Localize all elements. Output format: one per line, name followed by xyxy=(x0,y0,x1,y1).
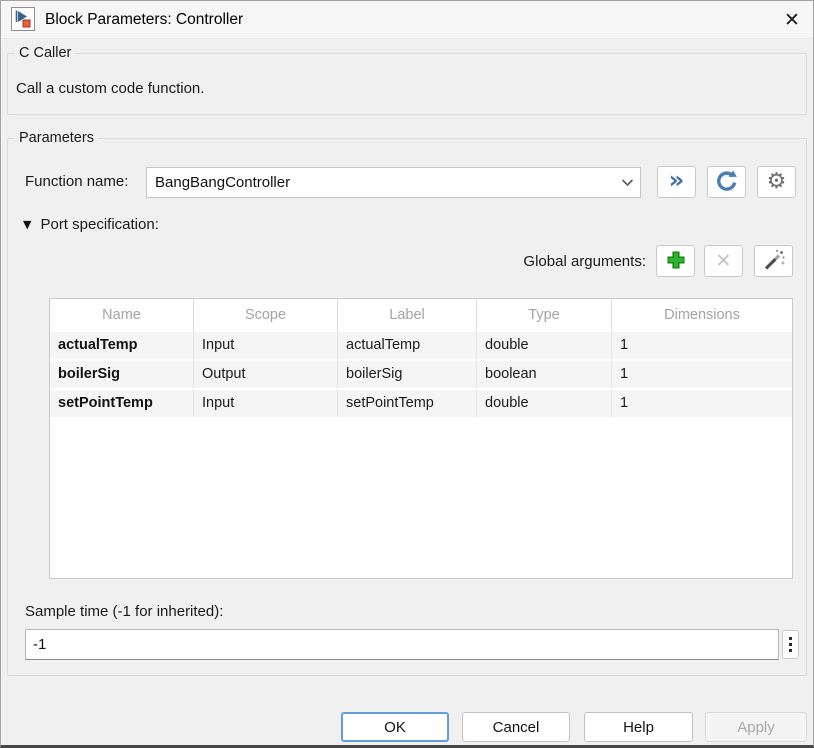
delete-global-argument-button: ✕ xyxy=(704,245,743,277)
help-button[interactable]: Help xyxy=(584,712,693,742)
gear-icon: ⚙ xyxy=(767,171,787,193)
cell-type[interactable]: double xyxy=(477,390,612,417)
cell-dimensions[interactable]: 1 xyxy=(612,332,792,359)
table-row[interactable]: boilerSig Output boilerSig boolean 1 xyxy=(50,361,792,390)
parameters-group-title: Parameters xyxy=(15,130,98,147)
settings-button[interactable]: ⚙ xyxy=(757,166,796,198)
ok-button[interactable]: OK xyxy=(341,712,449,742)
column-header-label: Label xyxy=(338,299,477,332)
plus-icon xyxy=(664,248,688,275)
table-header-row: Name Scope Label Type Dimensions xyxy=(50,299,792,332)
cell-scope[interactable]: Input xyxy=(194,332,338,359)
cell-label[interactable]: actualTemp xyxy=(338,332,477,359)
sample-time-input[interactable] xyxy=(25,629,779,660)
port-specification-table[interactable]: Name Scope Label Type Dimensions actualT… xyxy=(49,298,793,579)
column-header-scope: Scope xyxy=(194,299,338,332)
cell-scope[interactable]: Output xyxy=(194,361,338,388)
close-icon[interactable]: ✕ xyxy=(777,5,807,34)
global-arguments-label: Global arguments: xyxy=(401,253,646,270)
delete-x-icon: ✕ xyxy=(716,252,732,271)
function-name-input[interactable] xyxy=(147,173,614,192)
apply-button: Apply xyxy=(705,712,807,742)
cell-type[interactable]: double xyxy=(477,332,612,359)
magic-wand-icon xyxy=(762,248,786,275)
port-specification-label: Port specification: xyxy=(40,216,158,233)
cell-dimensions[interactable]: 1 xyxy=(612,390,792,417)
dialog-title: Block Parameters: Controller xyxy=(45,1,243,38)
kebab-icon xyxy=(789,637,792,640)
cell-name[interactable]: actualTemp xyxy=(50,332,194,359)
function-name-label: Function name: xyxy=(25,173,128,190)
column-header-dimensions: Dimensions xyxy=(612,299,792,332)
cell-name[interactable]: boilerSig xyxy=(50,361,194,388)
table-row[interactable]: setPointTemp Input setPointTemp double 1 xyxy=(50,390,792,419)
triangle-down-icon[interactable]: ▼ xyxy=(23,218,31,231)
table-row[interactable]: actualTemp Input actualTemp double 1 xyxy=(50,332,792,361)
column-header-type: Type xyxy=(477,299,612,332)
refresh-button[interactable] xyxy=(707,166,746,198)
port-specification-toggle[interactable]: ▼ Port specification: xyxy=(23,216,159,233)
sample-time-menu-button[interactable] xyxy=(782,630,799,659)
title-bar[interactable]: Block Parameters: Controller ✕ xyxy=(1,1,813,39)
block-description: Call a custom code function. xyxy=(16,80,204,97)
block-type-title: C Caller xyxy=(15,45,75,62)
function-name-combobox[interactable] xyxy=(146,167,641,198)
double-chevron-icon: » xyxy=(669,168,685,192)
add-global-argument-button[interactable] xyxy=(656,245,695,277)
cell-dimensions[interactable]: 1 xyxy=(612,361,792,388)
column-header-name: Name xyxy=(50,299,194,332)
cell-name[interactable]: setPointTemp xyxy=(50,390,194,417)
cell-scope[interactable]: Input xyxy=(194,390,338,417)
chevron-down-icon[interactable] xyxy=(614,178,640,187)
open-function-browser-button[interactable]: » xyxy=(657,166,696,198)
cell-type[interactable]: boolean xyxy=(477,361,612,388)
cancel-button[interactable]: Cancel xyxy=(462,712,570,742)
refresh-icon xyxy=(715,169,738,195)
cell-label[interactable]: boilerSig xyxy=(338,361,477,388)
block-parameters-dialog: Block Parameters: Controller ✕ C Caller … xyxy=(0,0,814,748)
cell-label[interactable]: setPointTemp xyxy=(338,390,477,417)
simulink-block-icon xyxy=(11,7,35,31)
auto-fill-wand-button[interactable] xyxy=(754,245,793,277)
sample-time-label: Sample time (-1 for inherited): xyxy=(25,603,223,620)
block-type-group: C Caller Call a custom code function. xyxy=(7,53,807,115)
